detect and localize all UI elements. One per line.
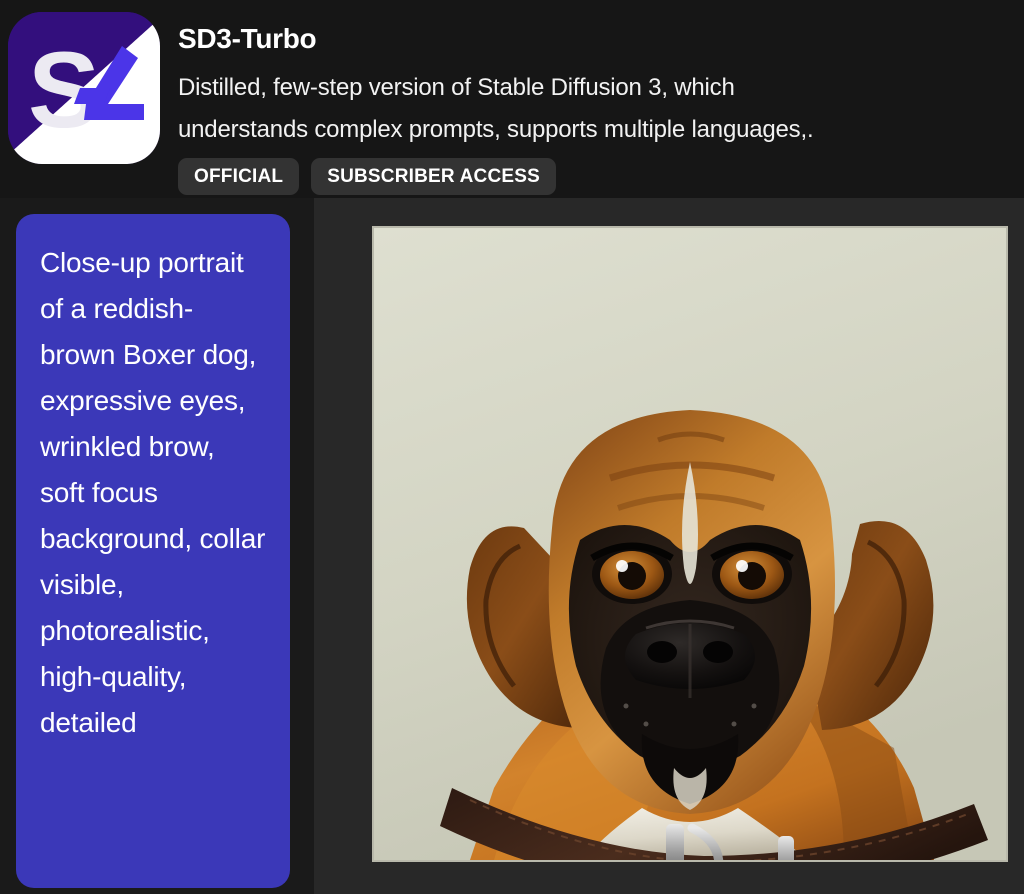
- prompt-bubble[interactable]: Close-up portrait of a reddish-brown Box…: [16, 214, 290, 888]
- image-column: [314, 198, 1024, 894]
- generated-dog-portrait[interactable]: [372, 226, 1008, 862]
- badge-list: OFFICIAL SUBSCRIBER ACCESS: [178, 158, 556, 195]
- page-title: SD3-Turbo: [178, 23, 317, 54]
- badge-official: OFFICIAL: [178, 158, 300, 195]
- model-preview-screen: S SD3-Turbo Distilled, few-step version …: [0, 0, 1024, 894]
- sd-logo-icon: S: [8, 12, 160, 164]
- model-header: S SD3-Turbo Distilled, few-step version …: [0, 0, 1024, 198]
- badge-subscriber-access: SUBSCRIBER ACCESS: [311, 158, 556, 195]
- model-body: Close-up portrait of a reddish-brown Box…: [0, 198, 1024, 894]
- dog-portrait-illustration: [374, 228, 1006, 860]
- logo-lightning-glyph: [74, 46, 144, 120]
- model-description: Distilled, few-step version of Stable Di…: [178, 74, 814, 143]
- prompt-column: Close-up portrait of a reddish-brown Box…: [0, 198, 314, 894]
